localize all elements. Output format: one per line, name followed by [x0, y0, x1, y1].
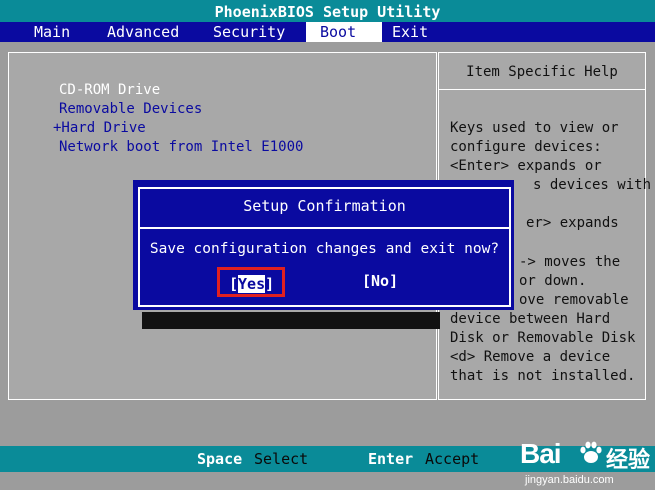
- no-button[interactable]: [No]: [362, 272, 398, 290]
- dialog-shadow: [142, 312, 440, 329]
- help-title: Item Specific Help: [439, 53, 645, 90]
- dialog-message: Save configuration changes and exit now?: [149, 241, 500, 257]
- watermark-logo-suffix: 经验: [606, 448, 651, 473]
- help-line: device between Hard: [450, 311, 611, 327]
- menu-bar: Main Advanced Security Boot Exit: [0, 22, 655, 42]
- menu-advanced[interactable]: Advanced: [101, 22, 185, 42]
- yes-bracket-open: [: [229, 275, 239, 293]
- status-key-space: Space: [197, 450, 243, 468]
- app-title: PhoenixBIOS Setup Utility: [214, 3, 441, 21]
- help-line: configure devices:: [450, 139, 602, 155]
- yes-button-label: [Yes]: [229, 275, 274, 293]
- help-line: Disk or Removable Disk: [450, 330, 636, 346]
- yes-text: Yes: [238, 275, 266, 293]
- help-line: s devices with: [533, 177, 652, 193]
- status-desc-select: Select: [254, 450, 309, 468]
- dialog-frame: Setup Confirmation Save configuration ch…: [138, 187, 511, 307]
- help-line: er> expands: [526, 215, 619, 231]
- status-key-enter: Enter: [368, 450, 414, 468]
- boot-item-cdrom[interactable]: CD-ROM Drive: [59, 82, 160, 98]
- dialog-divider: [140, 227, 509, 229]
- baidu-watermark: Bai 经验 jingyan.baidu.com: [520, 436, 650, 486]
- menu-exit[interactable]: Exit: [386, 22, 434, 42]
- status-desc-accept: Accept: [425, 450, 480, 468]
- boot-item-removable[interactable]: Removable Devices: [59, 101, 202, 117]
- menu-main[interactable]: Main: [28, 22, 76, 42]
- boot-item-network[interactable]: Network boot from Intel E1000: [59, 139, 303, 155]
- help-line: that is not installed.: [450, 368, 636, 384]
- setup-confirmation-dialog: Setup Confirmation Save configuration ch…: [133, 180, 514, 310]
- help-line: ove removable: [519, 292, 629, 308]
- boot-item-hard-drive[interactable]: +Hard Drive: [53, 120, 146, 136]
- help-line: <Enter> expands or: [450, 158, 602, 174]
- yes-bracket-close: ]: [265, 275, 275, 293]
- dialog-title: Setup Confirmation: [243, 197, 406, 215]
- yes-button[interactable]: [Yes]: [217, 267, 285, 297]
- paw-icon: [580, 441, 602, 463]
- watermark-url: jingyan.baidu.com: [525, 474, 614, 486]
- menu-boot[interactable]: Boot: [306, 22, 382, 42]
- menu-security[interactable]: Security: [207, 22, 291, 42]
- help-line: -> moves the: [519, 254, 621, 270]
- help-line: Keys used to view or: [450, 120, 619, 136]
- watermark-logo-text: Bai: [520, 438, 562, 469]
- help-line: <d> Remove a device: [450, 349, 611, 365]
- help-line: or down.: [519, 273, 587, 289]
- title-bar: PhoenixBIOS Setup Utility: [0, 0, 655, 22]
